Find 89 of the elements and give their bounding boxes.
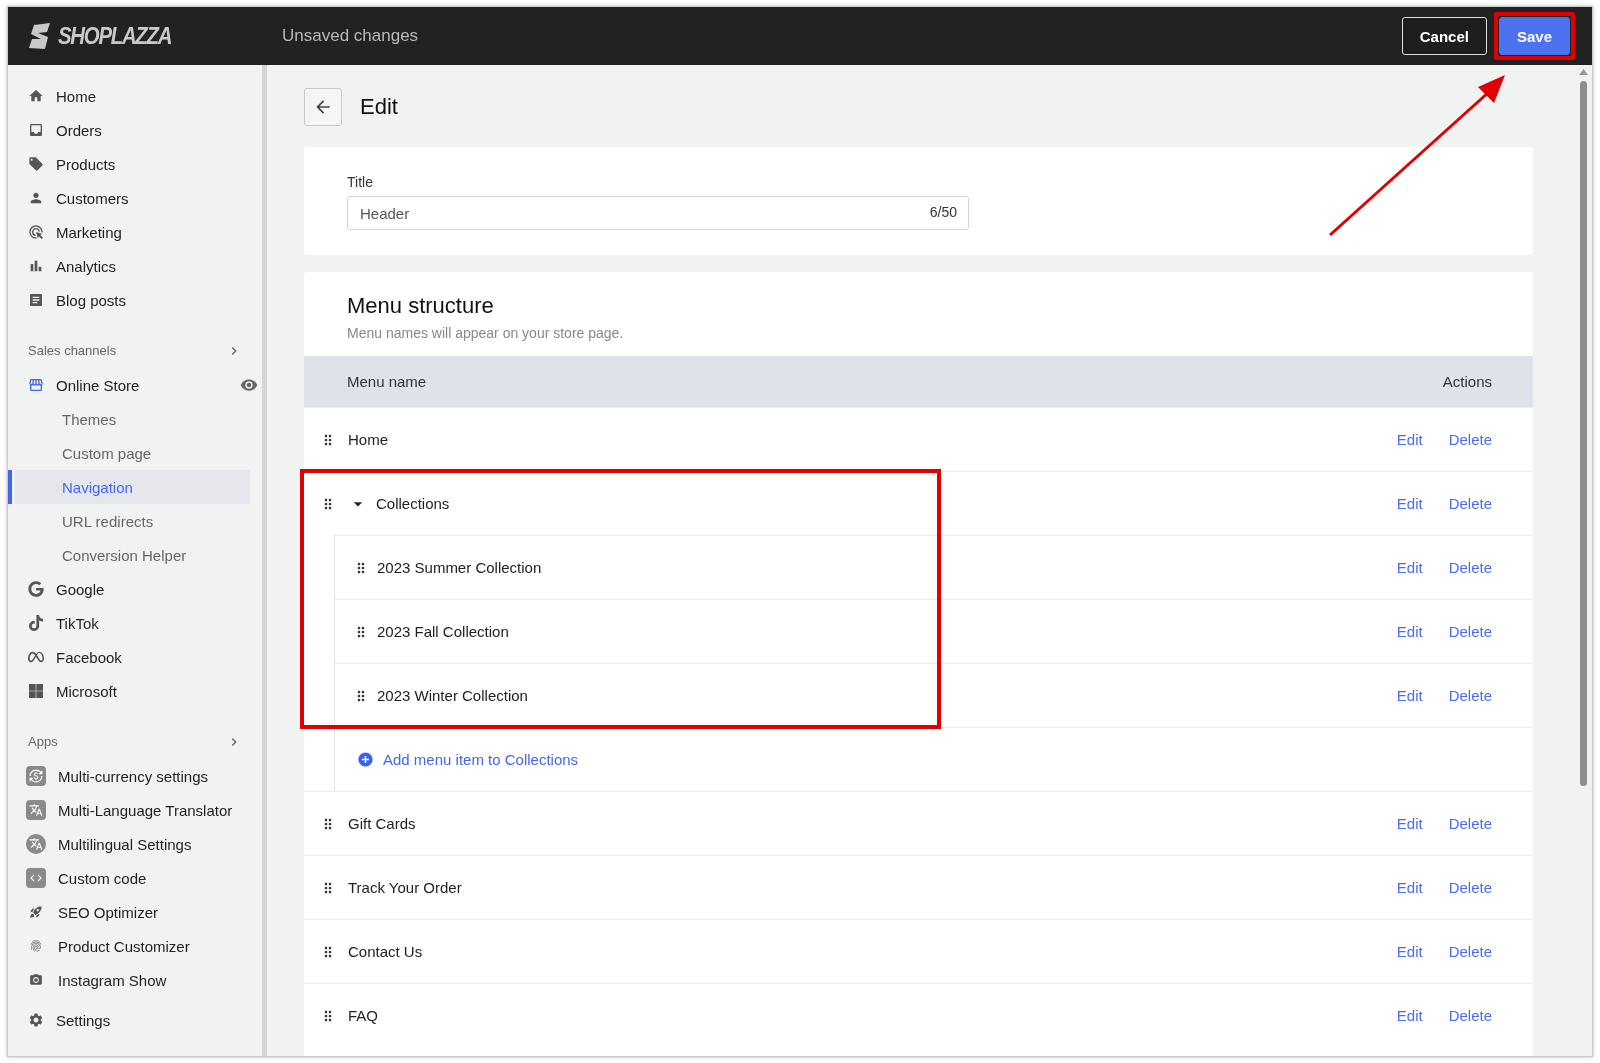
- sidebar-item[interactable]: Settings: [8, 1003, 262, 1037]
- delete-link[interactable]: Delete: [1448, 623, 1492, 640]
- sidebar-item[interactable]: Multilingual Settings: [8, 827, 262, 861]
- sidebar-item[interactable]: Analytics: [8, 249, 262, 283]
- sidebar-item[interactable]: Facebook: [8, 640, 262, 674]
- code-icon: [26, 868, 46, 888]
- delete-link[interactable]: Delete: [1448, 431, 1492, 448]
- delete-link[interactable]: Delete: [1448, 1007, 1492, 1024]
- sidebar-subitem[interactable]: Custom page: [8, 436, 250, 470]
- cancel-button[interactable]: Cancel: [1401, 17, 1487, 55]
- currency-icon: [26, 766, 46, 786]
- character-count: 6/50: [929, 204, 957, 220]
- delete-link[interactable]: Delete: [1448, 559, 1492, 576]
- translate-icon: [26, 800, 46, 820]
- edit-link[interactable]: Edit: [1396, 431, 1423, 448]
- delete-link[interactable]: Delete: [1448, 495, 1492, 512]
- sidebar-subitem[interactable]: Navigation: [8, 470, 250, 504]
- edit-link[interactable]: Edit: [1396, 943, 1423, 960]
- edit-link[interactable]: Edit: [1396, 495, 1423, 512]
- menu-item-name: Gift Cards: [348, 815, 417, 832]
- sidebar-subitem[interactable]: Conversion Helper: [8, 538, 250, 572]
- windows-icon: [28, 683, 44, 699]
- sidebar-item[interactable]: Multi-currency settings: [8, 759, 262, 793]
- section-header[interactable]: Sales channels: [8, 333, 262, 368]
- status-text: Unsaved changes: [282, 26, 420, 46]
- inbox-icon: [28, 122, 44, 138]
- sidebar-item[interactable]: SEO Optimizer: [8, 895, 262, 929]
- sidebar-item[interactable]: Custom code: [8, 861, 262, 895]
- sidebar-item[interactable]: Product Customizer: [8, 929, 262, 963]
- save-button[interactable]: Save: [1498, 17, 1570, 55]
- menu-item-name: Contact Us: [348, 943, 424, 960]
- bar-chart-icon: [28, 258, 44, 274]
- edit-link[interactable]: Edit: [1396, 559, 1423, 576]
- sidebar-subitem[interactable]: URL redirects: [8, 504, 250, 538]
- menu-item-name: Collections: [376, 495, 451, 512]
- sidebar-item[interactable]: TikTok: [8, 606, 262, 640]
- delete-link[interactable]: Delete: [1448, 943, 1492, 960]
- edit-link[interactable]: Edit: [1396, 879, 1423, 896]
- sidebar-item[interactable]: Google: [8, 572, 262, 606]
- sidebar-item[interactable]: Customers: [8, 181, 262, 215]
- delete-link[interactable]: Delete: [1448, 815, 1492, 832]
- infinity-icon: [28, 649, 44, 665]
- tag-icon: [28, 156, 44, 172]
- delete-link[interactable]: Delete: [1448, 687, 1492, 704]
- menu-item-name: Track Your Order: [348, 879, 463, 896]
- section-heading: Menu structure: [347, 293, 495, 319]
- section-title: Sales channels: [28, 343, 117, 358]
- settings-icon: [28, 1012, 44, 1028]
- sidebar-item[interactable]: Microsoft: [8, 674, 262, 708]
- section-description: Menu names will appear on your store page.: [347, 325, 625, 341]
- section-title: Apps: [28, 734, 58, 749]
- edit-link[interactable]: Edit: [1396, 687, 1423, 704]
- delete-link[interactable]: Delete: [1448, 879, 1492, 896]
- edit-link[interactable]: Edit: [1396, 1007, 1423, 1024]
- edit-link[interactable]: Edit: [1396, 815, 1423, 832]
- google-icon: [28, 581, 44, 597]
- logo: SHOPLAZZA: [58, 22, 172, 50]
- sidebar-item[interactable]: Products: [8, 147, 262, 181]
- menu-item-name: 2023 Fall Collection: [377, 623, 510, 640]
- menu-item-name: 2023 Summer Collection: [377, 559, 543, 576]
- person-icon: [28, 190, 44, 206]
- sidebar-subitem[interactable]: Themes: [8, 402, 250, 436]
- sidebar-item[interactable]: Home: [8, 79, 262, 113]
- sidebar-item[interactable]: Orders: [8, 113, 262, 147]
- column-header: Actions: [1442, 373, 1492, 390]
- eye-icon[interactable]: [240, 377, 258, 393]
- menu-item-name: FAQ: [348, 1007, 379, 1024]
- document-icon: [28, 292, 44, 308]
- field-label: Title: [347, 174, 374, 190]
- menu-item-name: Home: [348, 431, 389, 448]
- store-icon: [28, 377, 44, 393]
- sidebar-item[interactable]: Marketing: [8, 215, 262, 249]
- back-button[interactable]: [304, 88, 342, 126]
- page-title: Edit: [360, 94, 398, 120]
- sidebar-item[interactable]: Instagram Show: [8, 963, 262, 997]
- add-menu-item-link[interactable]: Add menu item to Collections: [357, 751, 579, 768]
- translate-icon: [26, 834, 46, 854]
- scrollbar[interactable]: [1575, 65, 1592, 1056]
- logo-icon: [28, 23, 52, 49]
- menu-item-name: 2023 Winter Collection: [377, 687, 529, 704]
- tiktok-icon: [28, 615, 44, 631]
- sidebar-item[interactable]: Multi-Language Translator: [8, 793, 262, 827]
- column-header: Menu name: [347, 373, 427, 390]
- sidebar-item[interactable]: Blog posts: [8, 283, 262, 317]
- home-icon: [28, 88, 44, 104]
- sidebar-item[interactable]: Online Store: [8, 368, 262, 402]
- target-icon: [28, 224, 44, 240]
- section-header[interactable]: Apps: [8, 724, 262, 759]
- edit-link[interactable]: Edit: [1396, 623, 1423, 640]
